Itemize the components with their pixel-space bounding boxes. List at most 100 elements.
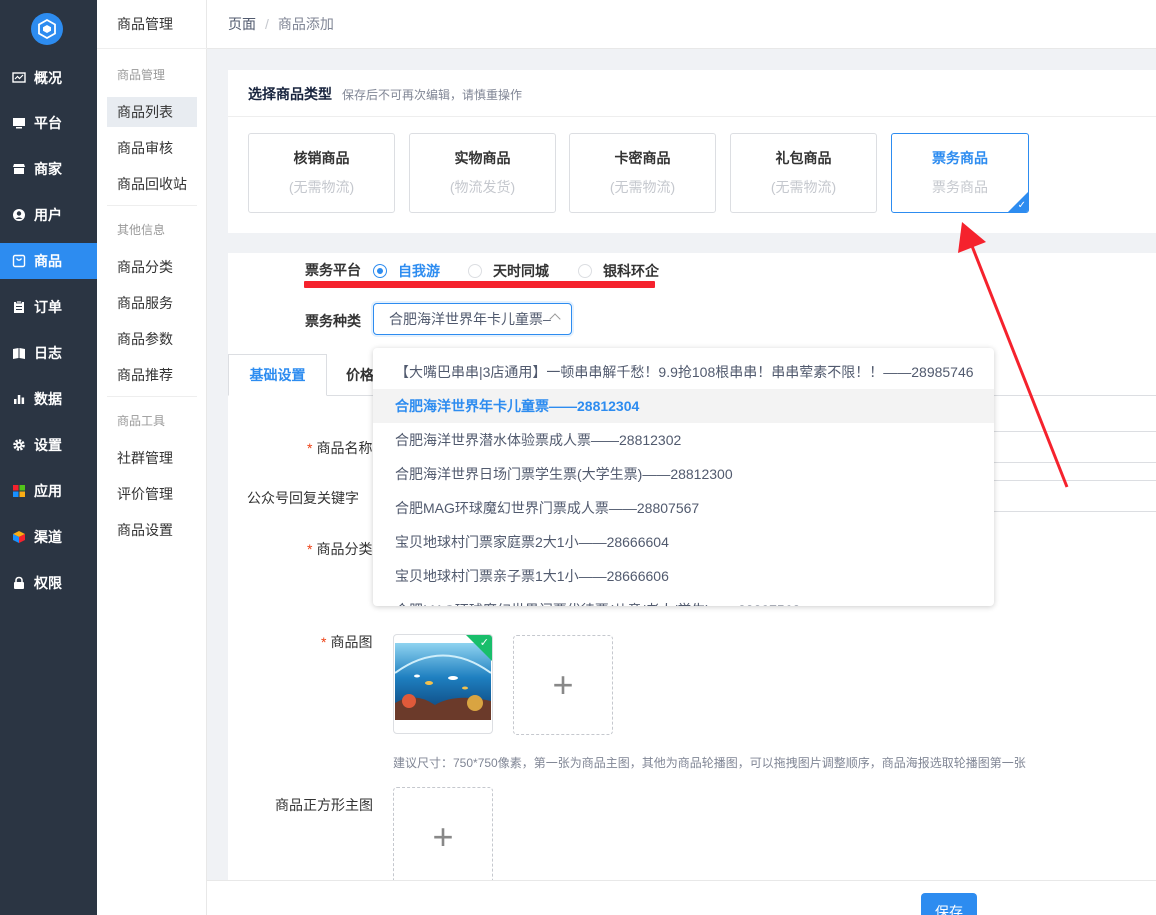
sidebar-item-logs[interactable]: 日志 (0, 335, 97, 371)
sidebar-item-label: 商家 (34, 161, 62, 177)
type-option-physical[interactable]: 实物商品 (物流发货) (409, 133, 556, 213)
platform-radio-ziwoyou[interactable]: 自我游 (373, 261, 440, 281)
sidebar-item-label: 用户 (34, 207, 62, 223)
goods-type-tip: 保存后不可再次编辑，请慎重操作 (342, 88, 523, 102)
dropdown-option[interactable]: 宝贝地球村门票亲子票1大1小——28666606 (373, 559, 994, 593)
sub-item-goods-params[interactable]: 商品参数 (107, 324, 197, 354)
platform-radio-tianshi[interactable]: 天时同城 (468, 261, 549, 281)
dropdown-option[interactable]: 【大嘴巴串串|3店通用】一顿串串解千愁！9.9抢108根串串！串串荤素不限！！—… (373, 355, 994, 389)
dropdown-option[interactable]: 宝贝地球村门票家庭票2大1小——28666604 (373, 525, 994, 559)
sidebar-item-apps[interactable]: 应用 (0, 473, 97, 509)
radio-label: 自我游 (398, 263, 440, 279)
sidebar-item-label: 设置 (34, 437, 62, 453)
type-option-title: 礼包商品 (775, 150, 832, 166)
type-option-title: 实物商品 (454, 150, 511, 166)
sidebar-item-data[interactable]: 数据 (0, 381, 97, 417)
dropdown-option[interactable]: 合肥海洋世界潜水体验票成人票——28812302 (373, 423, 994, 457)
check-icon: ✓ (479, 637, 489, 649)
sidebar-item-label: 平台 (34, 115, 62, 131)
breadcrumb-root[interactable]: 页面 (228, 14, 256, 34)
sub-item-goods-recommend[interactable]: 商品推荐 (107, 360, 197, 390)
monitor-chart-icon (12, 72, 26, 83)
ticket-type-dropdown: 【大嘴巴串串|3店通用】一顿串串解千愁！9.9抢108根串串！串串荤素不限！！—… (373, 348, 994, 606)
image-label: * 商品图 (321, 632, 372, 652)
desktop-icon (13, 118, 25, 129)
image-size-hint: 建议尺寸：750*750像素，第一张为商品主图，其他为商品轮播图，可以拖拽图片调… (393, 756, 1026, 770)
goods-type-header: 选择商品类型 保存后不可再次编辑，请慎重操作 (248, 84, 522, 104)
tab-basic-settings[interactable]: 基础设置 (228, 354, 327, 396)
type-option-verify[interactable]: 核销商品 (无需物流) (248, 133, 395, 213)
keyword-label: 公众号回复关键字 (247, 490, 359, 506)
apps-grid-icon (13, 485, 25, 497)
radio-label: 天时同城 (493, 263, 549, 279)
dropdown-option[interactable]: 合肥海洋世界日场门票学生票(大学生票)——28812300 (373, 457, 994, 491)
required-mark: * (307, 440, 313, 456)
name-label-text: 商品名称 (316, 440, 373, 456)
square-image-upload-button[interactable]: + (393, 787, 493, 887)
platform-radio-yinke[interactable]: 银科环企 (578, 261, 659, 281)
goods-type-title: 选择商品类型 (248, 86, 332, 102)
image-upload-button[interactable]: + (513, 635, 613, 735)
goods-type-card: 选择商品类型 保存后不可再次编辑，请慎重操作 核销商品 (无需物流) 实物商品 … (228, 70, 1156, 233)
sidebar-item-user[interactable]: 用户 (0, 197, 97, 233)
tab-price[interactable]: 价格 (346, 354, 374, 396)
name-label: * 商品名称 (307, 438, 372, 458)
sidebar-item-label: 渠道 (34, 529, 62, 545)
image-label-text: 商品图 (330, 634, 373, 650)
sidebar-item-merchant[interactable]: 商家 (0, 151, 97, 187)
sidebar-item-overview[interactable]: 概况 (0, 60, 97, 96)
type-option-title: 核销商品 (293, 150, 350, 166)
square-image-label: 商品正方形主图 (275, 797, 373, 813)
goods-image-thumbnail[interactable]: ✓ (393, 634, 493, 734)
sub-sidebar-title: 商品管理 (97, 0, 207, 49)
type-option-gift-pack[interactable]: 礼包商品 (无需物流) (730, 133, 877, 213)
sub-group-label: 商品工具 (117, 414, 166, 428)
sidebar-item-settings[interactable]: 设置 (0, 427, 97, 463)
sidebar-item-label: 日志 (34, 345, 62, 361)
ticket-type-label: 票务种类 (305, 313, 361, 329)
sidebar-item-label: 数据 (34, 391, 62, 407)
type-option-sub: (物流发货) (449, 179, 516, 195)
dropdown-option-selected[interactable]: 合肥海洋世界年卡儿童票——28812304 (373, 389, 994, 423)
ticket-type-value: 合肥海洋世界年卡儿童票– (389, 311, 551, 327)
radio-label: 银科环企 (603, 263, 659, 279)
sub-item-reviews[interactable]: 评价管理 (107, 479, 197, 509)
breadcrumb: 页面 / 商品添加 (207, 0, 1156, 49)
sidebar-item-permission[interactable]: 权限 (0, 565, 97, 601)
sub-item-goods-review[interactable]: 商品审核 (107, 133, 197, 163)
logo-icon[interactable] (31, 13, 63, 45)
sub-item-goods-service[interactable]: 商品服务 (107, 288, 197, 318)
sub-item-goods-list[interactable]: 商品列表 (107, 97, 197, 127)
divider (107, 205, 197, 206)
save-button[interactable]: 保存 (921, 893, 977, 915)
required-mark: * (307, 541, 313, 557)
type-option-sub: (无需物流) (288, 179, 355, 195)
type-option-title: 票务商品 (932, 150, 988, 166)
gear-icon (13, 439, 25, 451)
sidebar-item-orders[interactable]: 订单 (0, 289, 97, 325)
sidebar-item-platform[interactable]: 平台 (0, 105, 97, 141)
sub-item-goods-category[interactable]: 商品分类 (107, 252, 197, 282)
type-option-card-key[interactable]: 卡密商品 (无需物流) (569, 133, 716, 213)
clipboard-icon (14, 300, 24, 313)
type-option-sub: (无需物流) (770, 179, 837, 195)
dropdown-option[interactable]: 合肥MAG环球魔幻世界门票优待票(儿童/老人/学生)——28807568 (373, 593, 994, 606)
main-sidebar: 概况 平台 商家 用户 商品 订单 日志 数据 设置 应用 渠道 权限 (0, 0, 97, 915)
sidebar-item-label: 概况 (34, 70, 62, 86)
sub-item-community[interactable]: 社群管理 (107, 443, 197, 473)
ticket-type-select[interactable]: 合肥海洋世界年卡儿童票– (373, 303, 572, 335)
sub-sidebar: 商品管理 商品管理 商品列表 商品审核 商品回收站 其他信息 商品分类 商品服务… (97, 0, 207, 915)
type-option-ticket[interactable]: 票务商品 票务商品 ✓ (891, 133, 1029, 213)
sub-item-goods-recycle[interactable]: 商品回收站 (107, 169, 197, 199)
sub-group-label: 商品管理 (117, 68, 166, 82)
sub-group-label: 其他信息 (117, 223, 166, 237)
shopping-bag-icon (12, 254, 26, 268)
sidebar-item-goods[interactable]: 商品 (0, 243, 97, 279)
breadcrumb-separator: / (265, 16, 269, 32)
dropdown-option[interactable]: 合肥MAG环球魔幻世界门票成人票——28807567 (373, 491, 994, 525)
category-label: * 商品分类 (307, 539, 372, 559)
annotation-underline (304, 281, 655, 288)
sub-item-goods-settings[interactable]: 商品设置 (107, 515, 197, 545)
sidebar-item-channel[interactable]: 渠道 (0, 519, 97, 555)
divider (228, 116, 1156, 117)
